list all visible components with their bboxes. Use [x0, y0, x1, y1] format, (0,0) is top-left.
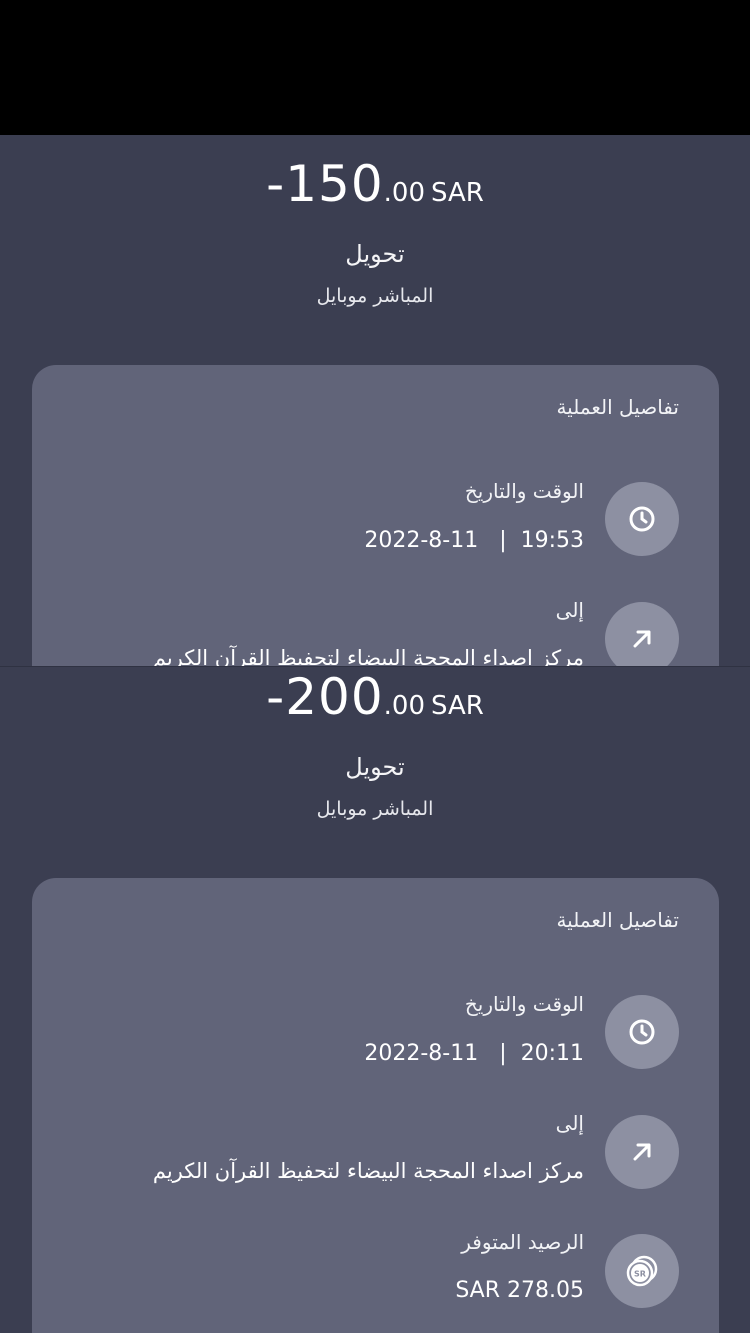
recipient-name: مركز اصداء المحجة البيضاء لتحفيظ القرآن …	[152, 646, 584, 666]
to-label: إلى	[555, 1111, 584, 1135]
transaction-details-card: تفاصيل العملية الوقت والتاريخ 2022-8-11 …	[32, 365, 719, 666]
amount-currency: SAR	[431, 178, 484, 208]
balance-icon-circle: SR	[605, 1234, 679, 1308]
amount-decimal: .00	[383, 178, 425, 208]
transaction-channel: المباشر موبايل	[316, 285, 434, 307]
transaction-details-card: تفاصيل العملية الوقت والتاريخ 2022-8-11 …	[32, 878, 719, 1333]
to-icon-circle	[605, 1115, 679, 1189]
transaction-panel-1: -150.00 SAR تحويل المباشر موبايل تفاصيل ا…	[0, 135, 750, 666]
details-title: تفاصيل العملية	[556, 908, 679, 932]
datetime-icon-circle	[605, 482, 679, 556]
amount-integer: -200	[266, 668, 384, 726]
datetime-icon-circle	[605, 995, 679, 1069]
arrow-up-right-icon	[633, 1143, 651, 1161]
transaction-panel-2: -200.00 SAR تحويل المباشر موبايل تفاصيل ا…	[0, 666, 750, 1333]
arrow-up-right-icon	[633, 630, 651, 648]
details-title: تفاصيل العملية	[556, 395, 679, 419]
svg-text:SR: SR	[634, 1270, 646, 1279]
amount-currency: SAR	[431, 691, 484, 721]
datetime-value: 2022-8-11 | 19:53	[364, 528, 584, 553]
balance-label: الرصيد المتوفر	[461, 1230, 584, 1254]
recipient-name: مركز اصداء المحجة البيضاء لتحفيظ القرآن …	[152, 1159, 584, 1183]
datetime-value: 2022-8-11 | 20:11	[364, 1041, 584, 1066]
transaction-type: تحويل	[345, 240, 405, 268]
datetime-label: الوقت والتاريخ	[464, 992, 584, 1016]
transaction-channel: المباشر موبايل	[316, 798, 434, 820]
amount-integer: -150	[266, 155, 384, 213]
transaction-amount: -200.00 SAR	[0, 668, 750, 726]
to-label: إلى	[555, 598, 584, 622]
to-icon-circle	[605, 602, 679, 666]
clock-icon	[629, 506, 655, 532]
transaction-type: تحويل	[345, 753, 405, 781]
clock-icon	[629, 1019, 655, 1045]
datetime-label: الوقت والتاريخ	[464, 479, 584, 503]
sar-coin-icon: SR	[626, 1255, 658, 1287]
transaction-amount: -150.00 SAR	[0, 155, 750, 213]
balance-value: SAR 278.05	[455, 1278, 584, 1303]
amount-decimal: .00	[383, 691, 425, 721]
